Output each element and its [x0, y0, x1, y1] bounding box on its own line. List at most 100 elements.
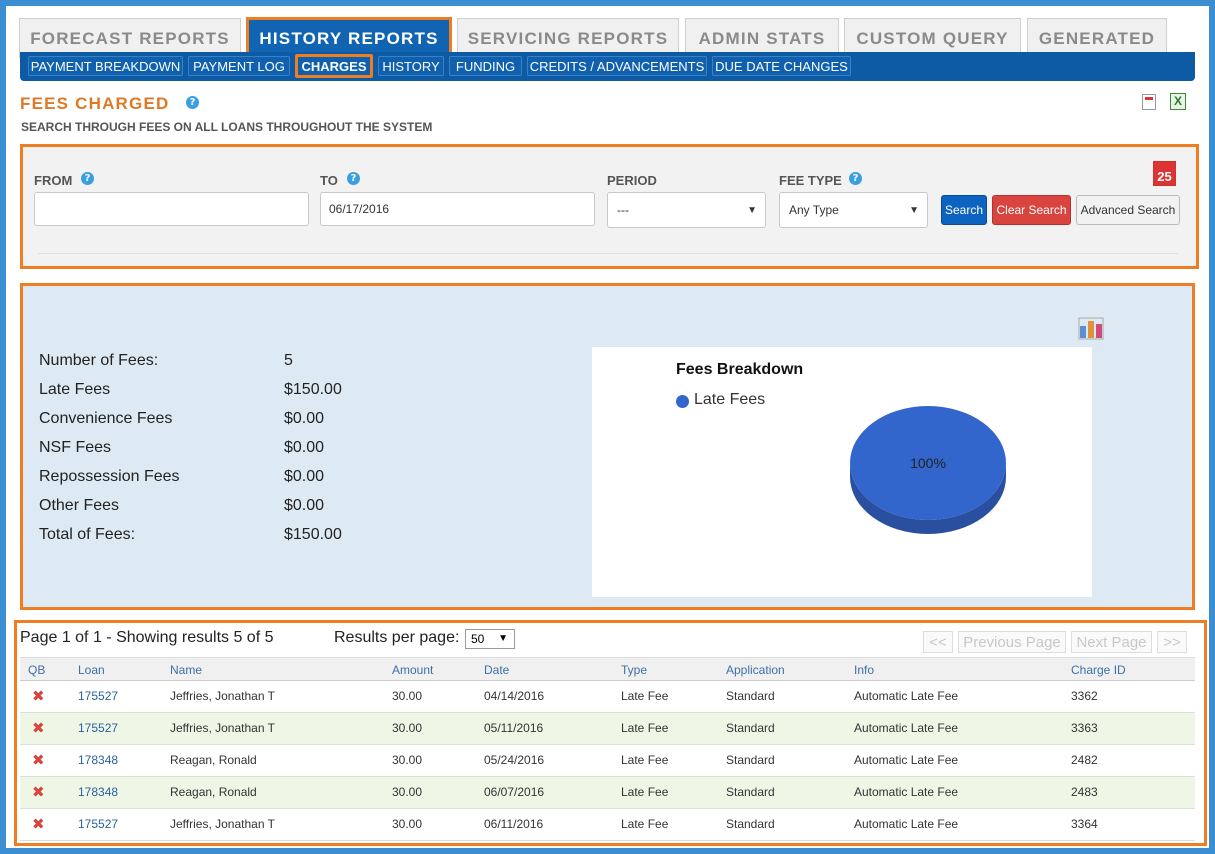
delete-icon[interactable]: ✖ [32, 721, 45, 736]
fee-type-help-icon[interactable]: ? [849, 172, 862, 185]
loan-link[interactable]: 175527 [78, 721, 118, 735]
results-per-page-label: Results per page: [334, 629, 460, 646]
loan-link[interactable]: 175527 [78, 817, 118, 831]
cell-application: Standard [726, 721, 775, 735]
column-header-application[interactable]: Application [726, 663, 785, 677]
app-frame: FORECAST REPORTS HISTORY REPORTS SERVICI… [6, 6, 1209, 848]
stat-value-convenience-fees: $0.00 [284, 410, 325, 427]
calendar-icon[interactable]: 25 [1153, 161, 1176, 186]
cell-charge-id: 3363 [1071, 721, 1098, 735]
cell-charge-id: 3364 [1071, 817, 1098, 831]
cell-amount: 30.00 [392, 753, 423, 767]
stat-label-repossession-fees: Repossession Fees [39, 468, 180, 485]
subtab-payment-breakdown[interactable]: PAYMENT BREAKDOWN [28, 56, 183, 76]
subtab-charges[interactable]: CHARGES [295, 54, 373, 78]
cell-date: 05/24/2016 [484, 753, 545, 767]
column-header-info[interactable]: Info [854, 663, 874, 677]
pie-chart: 100% [850, 406, 1006, 534]
cell-date: 04/14/2016 [484, 689, 545, 703]
loan-link[interactable]: 178348 [78, 785, 118, 799]
cell-application: Standard [726, 817, 775, 831]
delete-icon[interactable]: ✖ [32, 689, 45, 704]
pdf-export-icon[interactable] [1142, 94, 1156, 110]
column-header-loan[interactable]: Loan [78, 663, 105, 677]
cell-name: Jeffries, Jonathan T [170, 817, 275, 831]
subtab-history[interactable]: HISTORY [378, 56, 444, 76]
loan-link[interactable]: 178348 [78, 753, 118, 767]
from-label: FROM [34, 173, 73, 188]
cell-info: Automatic Late Fee [854, 689, 959, 703]
to-help-icon[interactable]: ? [347, 172, 360, 185]
column-header-qb[interactable]: QB [28, 663, 45, 677]
stat-value-other-fees: $0.00 [284, 497, 325, 514]
chevron-down-icon: ▼ [909, 205, 919, 216]
page-title: FEES CHARGED [20, 94, 170, 113]
from-help-icon[interactable]: ? [81, 172, 94, 185]
fees-breakdown-chart: Fees Breakdown Late Fees 100% [592, 347, 1092, 597]
column-header-charge-id[interactable]: Charge ID [1071, 663, 1126, 677]
stat-value-nsf-fees: $0.00 [284, 439, 325, 456]
cell-application: Standard [726, 753, 775, 767]
table-row: ✖ 178348 Reagan, Ronald 30.00 06/07/2016 Late… [20, 777, 1195, 809]
cell-type: Late Fee [621, 721, 669, 735]
delete-icon[interactable]: ✖ [32, 817, 45, 832]
delete-icon[interactable]: ✖ [32, 753, 45, 768]
clear-search-button[interactable]: Clear Search [992, 195, 1071, 225]
cell-charge-id: 3362 [1071, 689, 1098, 703]
results-per-page-value: 50 [471, 632, 485, 646]
cell-charge-id: 2483 [1071, 785, 1098, 799]
fee-type-select-value: Any Type [789, 203, 839, 217]
help-icon[interactable]: ? [186, 96, 199, 109]
period-select[interactable]: --- ▼ [607, 192, 766, 228]
last-page-button[interactable]: >> [1157, 631, 1187, 653]
cell-type: Late Fee [621, 753, 669, 767]
cell-date: 06/11/2016 [484, 817, 544, 831]
period-label: PERIOD [607, 173, 657, 188]
cell-amount: 30.00 [392, 785, 423, 799]
subtab-funding[interactable]: FUNDING [449, 56, 522, 76]
from-date-input[interactable] [34, 192, 309, 226]
column-header-type[interactable]: Type [621, 663, 647, 677]
sub-navigation: PAYMENT BREAKDOWN PAYMENT LOG CHARGES HI… [20, 52, 1195, 81]
period-select-value: --- [617, 203, 629, 217]
subtab-payment-log[interactable]: PAYMENT LOG [188, 56, 290, 76]
cell-info: Automatic Late Fee [854, 721, 959, 735]
cell-amount: 30.00 [392, 689, 423, 703]
stat-label-late-fees: Late Fees [39, 381, 111, 398]
subtab-credits-advancements[interactable]: CREDITS / ADVANCEMENTS [527, 56, 707, 76]
stat-label-nsf-fees: NSF Fees [39, 439, 112, 456]
results-per-page-select[interactable]: 50 ▼ [465, 629, 515, 649]
stat-label-total-of-fees: Total of Fees: [39, 526, 136, 543]
cell-name: Jeffries, Jonathan T [170, 721, 275, 735]
chart-settings-icon[interactable] [1078, 316, 1104, 340]
fee-type-select[interactable]: Any Type ▼ [779, 192, 928, 228]
search-panel: FROM ? TO ? PERIOD --- ▼ FEE TYPE ? Any … [20, 144, 1199, 269]
page-info: Page 1 of 1 - Showing results 5 of 5 [20, 629, 274, 646]
chevron-down-icon: ▼ [747, 205, 757, 216]
search-button[interactable]: Search [941, 195, 987, 225]
stat-value-total-of-fees: $150.00 [284, 526, 342, 543]
delete-icon[interactable]: ✖ [32, 785, 45, 800]
excel-export-icon[interactable] [1170, 93, 1186, 110]
cell-info: Automatic Late Fee [854, 753, 959, 767]
next-page-button[interactable]: Next Page [1071, 631, 1152, 653]
column-header-name[interactable]: Name [170, 663, 202, 677]
column-header-date[interactable]: Date [484, 663, 509, 677]
column-header-amount[interactable]: Amount [392, 663, 433, 677]
first-page-button[interactable]: << [923, 631, 953, 653]
stat-value-late-fees: $150.00 [284, 381, 342, 398]
cell-info: Automatic Late Fee [854, 817, 959, 831]
stat-label-other-fees: Other Fees [39, 497, 120, 514]
previous-page-button[interactable]: Previous Page [958, 631, 1066, 653]
divider [38, 253, 1178, 254]
cell-date: 05/11/2016 [484, 721, 544, 735]
advanced-search-button[interactable]: Advanced Search [1076, 195, 1180, 225]
fee-type-label: FEE TYPE [779, 173, 842, 188]
subtab-due-date-changes[interactable]: DUE DATE CHANGES [712, 56, 851, 76]
to-date-input[interactable] [320, 192, 595, 226]
stat-value-repossession-fees: $0.00 [284, 468, 325, 485]
loan-link[interactable]: 175527 [78, 689, 118, 703]
results-panel: Page 1 of 1 - Showing results 5 of 5 Res… [14, 620, 1207, 846]
table-header: QB Loan Name Amount Date Type Applicatio… [20, 657, 1195, 681]
cell-type: Late Fee [621, 817, 669, 831]
